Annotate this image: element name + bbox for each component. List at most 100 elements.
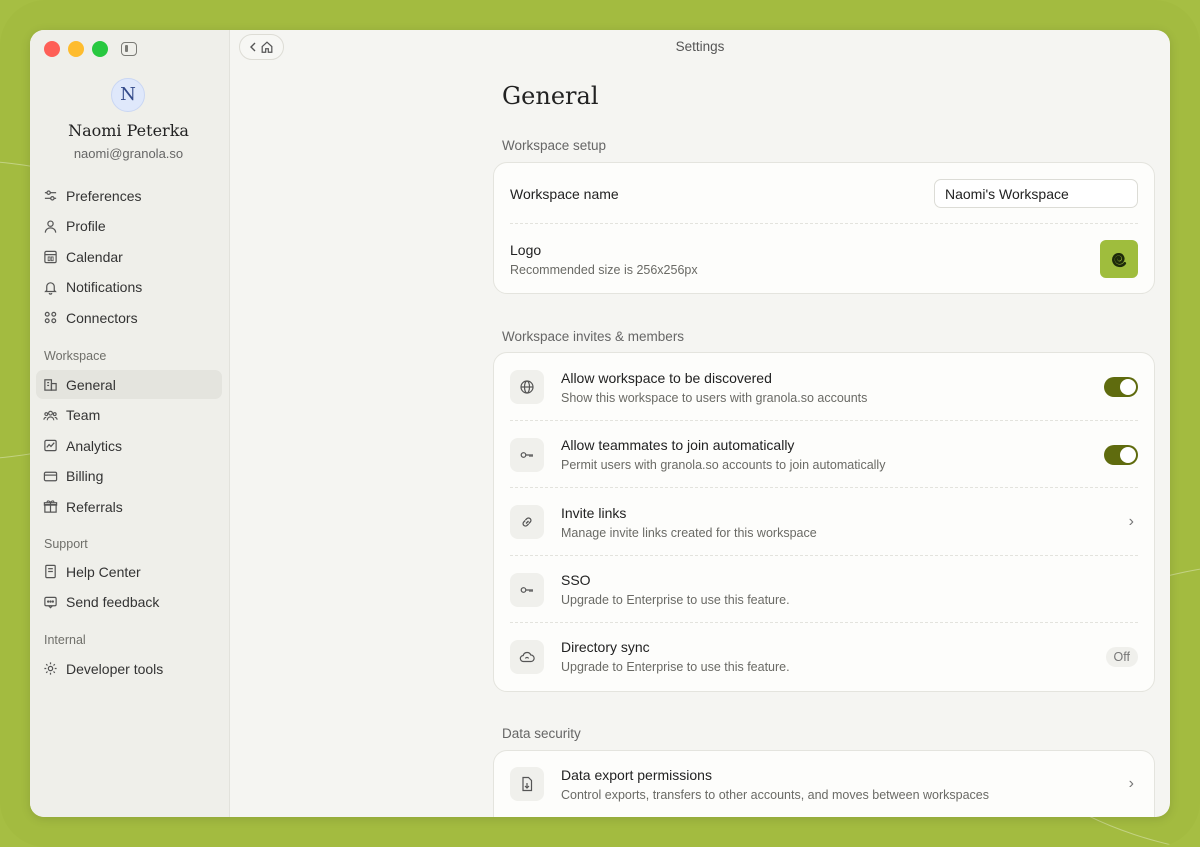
internal-nav-items: Developer tools bbox=[36, 654, 222, 685]
section-label-workspace-setup: Workspace setup bbox=[502, 138, 607, 153]
sidebar-item-label: Help Center bbox=[66, 563, 141, 580]
sidebar-item-label: Analytics bbox=[66, 437, 123, 454]
feedback-icon bbox=[44, 596, 57, 609]
page-title: General bbox=[502, 82, 599, 110]
sidebar-item-general[interactable]: General bbox=[36, 370, 222, 399]
avatar[interactable]: N bbox=[111, 78, 145, 112]
row-title: Data export permissions bbox=[561, 766, 712, 783]
sliders-icon bbox=[44, 190, 57, 201]
data-security-card: Data export permissions Control exports,… bbox=[493, 750, 1155, 817]
support-heading: Support bbox=[44, 537, 88, 551]
workspace-invites-card: Allow workspace to be discovered Show th… bbox=[493, 352, 1155, 692]
status-badge: Off bbox=[1105, 646, 1138, 667]
user-email: naomi@granola.so bbox=[73, 146, 184, 161]
section-label-invites: Workspace invites & members bbox=[502, 329, 685, 344]
sidebar-item-label: Billing bbox=[66, 468, 104, 484]
building-icon bbox=[44, 379, 57, 391]
sidebar-item-team[interactable]: Team bbox=[36, 401, 222, 430]
sidebar-item-send-feedback[interactable]: Send feedback bbox=[36, 588, 222, 617]
logo-hint: Recommended size is 256x256px bbox=[510, 262, 698, 277]
user-name: Naomi Peterka bbox=[68, 121, 189, 140]
sidebar-item-preferences[interactable]: Preferences bbox=[36, 181, 222, 210]
gear-icon bbox=[44, 662, 57, 675]
sidebar-item-label: Connectors bbox=[66, 309, 138, 326]
row-title: Allow teammates to join automatically bbox=[561, 437, 795, 453]
sidebar-item-billing[interactable]: Billing bbox=[36, 462, 222, 491]
discoverable-row: Allow workspace to be discovered Show th… bbox=[510, 353, 1138, 421]
sidebar: N Naomi Peterka naomi@granola.so Prefere… bbox=[30, 30, 230, 817]
minimize-window-button[interactable] bbox=[68, 41, 84, 57]
sidebar-item-developer-tools[interactable]: Developer tools bbox=[36, 654, 222, 683]
team-icon bbox=[43, 410, 58, 420]
discoverable-toggle[interactable] bbox=[1104, 377, 1138, 397]
globe-icon bbox=[510, 370, 544, 404]
chevron-right-icon: › bbox=[1128, 513, 1134, 530]
sidebar-item-label: Notifications bbox=[66, 279, 143, 295]
workspace-logo[interactable] bbox=[1100, 240, 1138, 278]
maximize-window-button[interactable] bbox=[92, 41, 108, 57]
sidebar-item-label: Developer tools bbox=[66, 660, 164, 677]
row-title: SSO bbox=[561, 572, 591, 588]
sidebar-item-label: Profile bbox=[66, 218, 106, 234]
row-title: Allow workspace to be discovered bbox=[561, 369, 772, 386]
sidebar-item-connectors[interactable]: Connectors bbox=[36, 303, 222, 332]
sidebar-item-calendar[interactable]: Calendar bbox=[36, 242, 222, 271]
sidebar-item-label: Team bbox=[66, 407, 101, 423]
sidebar-item-notifications[interactable]: Notifications bbox=[36, 273, 222, 302]
workspace-heading: Workspace bbox=[44, 349, 107, 363]
row-title: Directory sync bbox=[561, 639, 650, 655]
gift-icon bbox=[43, 500, 58, 513]
analytics-icon bbox=[44, 439, 57, 452]
directory-sync-row: Directory sync Upgrade to Enterprise to … bbox=[510, 623, 1138, 690]
internal-nav: Internal bbox=[36, 630, 222, 650]
section-label-data-security: Data security bbox=[502, 726, 581, 741]
spiral-logo-icon bbox=[1112, 252, 1127, 268]
bell-icon bbox=[44, 281, 57, 295]
auto-join-row: Allow teammates to join automatically Pe… bbox=[510, 421, 1138, 488]
invite-links-row[interactable]: Invite links Manage invite links created… bbox=[510, 488, 1138, 556]
workspace-name-input[interactable] bbox=[934, 179, 1138, 208]
auto-join-toggle[interactable] bbox=[1104, 444, 1138, 465]
sidebar-item-label: Send feedback bbox=[66, 594, 160, 610]
row-subtitle: Show this workspace to users with granol… bbox=[561, 390, 868, 405]
workspace-nav-items: General Team Analytics Billing Referrals bbox=[36, 370, 222, 523]
workspace-name-label: Workspace name bbox=[510, 185, 619, 202]
logo-row: Logo Recommended size is 256x256px bbox=[510, 225, 1138, 293]
sidebar-item-label: Referrals bbox=[66, 498, 123, 515]
key-icon bbox=[510, 437, 544, 472]
file-export-icon bbox=[510, 767, 544, 801]
card-icon bbox=[43, 471, 58, 481]
sidebar-item-referrals[interactable]: Referrals bbox=[36, 492, 222, 521]
sidebar-item-profile[interactable]: Profile bbox=[36, 212, 222, 241]
connectors-icon bbox=[44, 311, 57, 324]
chevron-right-icon: › bbox=[1128, 775, 1134, 792]
data-export-row[interactable]: Data export permissions Control exports,… bbox=[510, 751, 1138, 817]
sso-row: SSO Upgrade to Enterprise to use this fe… bbox=[510, 556, 1138, 623]
row-subtitle: Upgrade to Enterprise to use this featur… bbox=[561, 660, 790, 674]
sidebar-item-help-center[interactable]: Help Center bbox=[36, 557, 222, 586]
support-nav: Support bbox=[36, 534, 222, 554]
cloud-sync-icon bbox=[510, 639, 544, 674]
account-nav: Preferences Profile Calendar Notificatio… bbox=[36, 181, 222, 334]
window-controls bbox=[44, 41, 137, 57]
support-nav-items: Help Center Send feedback bbox=[36, 557, 222, 618]
calendar-icon bbox=[44, 250, 57, 264]
workspace-name-row: Workspace name bbox=[510, 163, 1138, 224]
workspace-setup-card: Workspace name Logo Recommended size is … bbox=[493, 162, 1155, 294]
sidebar-toggle-icon[interactable] bbox=[121, 42, 137, 56]
sidebar-item-label: Calendar bbox=[66, 248, 123, 265]
key-icon bbox=[510, 572, 544, 607]
logo-label: Logo bbox=[510, 241, 542, 258]
row-subtitle: Permit users with granola.so accounts to… bbox=[561, 458, 886, 472]
window-title: Settings bbox=[675, 39, 725, 54]
person-icon bbox=[44, 219, 57, 233]
row-subtitle: Control exports, transfers to other acco… bbox=[561, 787, 989, 802]
workspace-nav: Workspace bbox=[36, 346, 222, 366]
link-icon bbox=[510, 505, 544, 539]
row-title: Invite links bbox=[561, 504, 627, 521]
sidebar-item-analytics[interactable]: Analytics bbox=[36, 431, 222, 460]
sidebar-item-label: General bbox=[66, 376, 116, 393]
close-window-button[interactable] bbox=[44, 41, 60, 57]
book-icon bbox=[45, 564, 56, 579]
internal-heading: Internal bbox=[44, 633, 86, 647]
